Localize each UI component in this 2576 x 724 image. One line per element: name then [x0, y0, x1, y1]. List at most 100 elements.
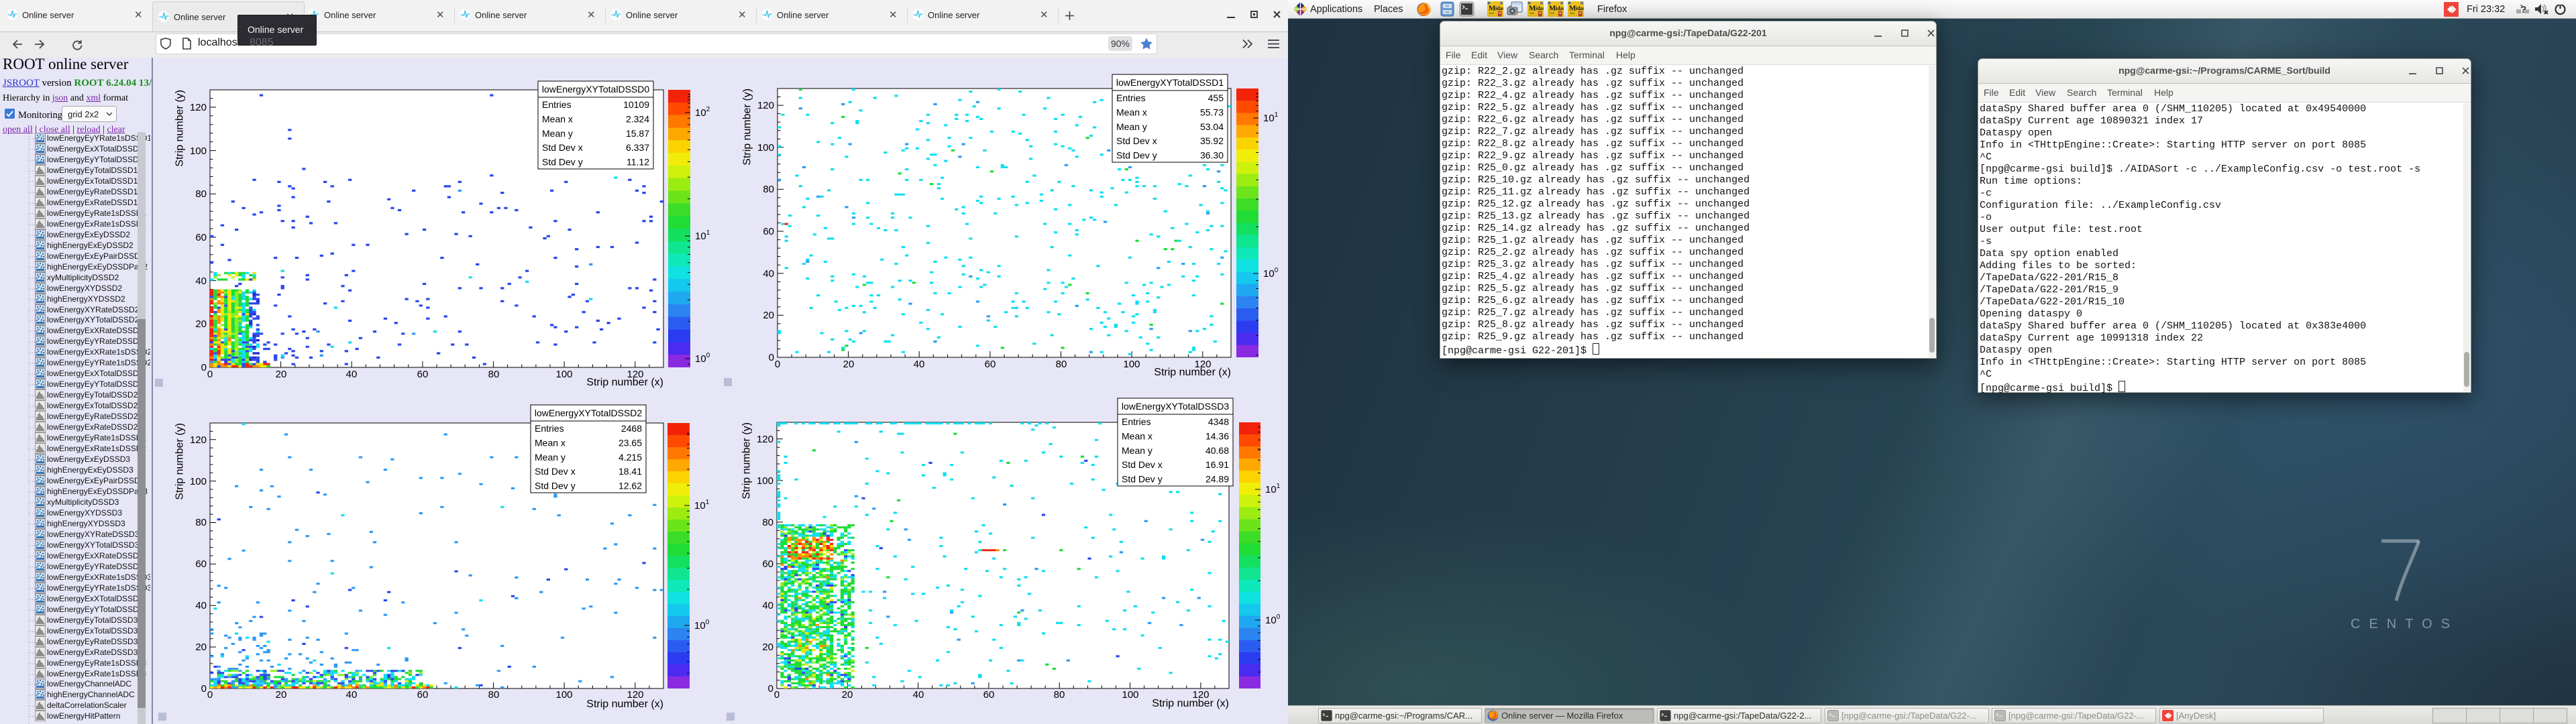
- svg-text:Strip number (x): Strip number (x): [1154, 367, 1231, 378]
- svg-text:20: 20: [276, 369, 287, 380]
- svg-text:101: 101: [695, 229, 710, 242]
- svg-text:0: 0: [207, 369, 213, 380]
- svg-text:100: 100: [695, 352, 710, 365]
- svg-text:100: 100: [757, 142, 774, 154]
- svg-text:Entries: Entries: [542, 99, 572, 110]
- svg-text:idas: idas: [1556, 5, 1564, 11]
- svg-text:120: 120: [190, 102, 207, 113]
- svg-text:0: 0: [775, 359, 780, 370]
- svg-text:Strip number (x): Strip number (x): [586, 377, 663, 388]
- svg-text:100: 100: [555, 369, 572, 380]
- svg-text:100: 100: [1123, 359, 1140, 370]
- svg-text:120: 120: [190, 434, 207, 446]
- svg-text:4348: 4348: [1208, 416, 1229, 427]
- svg-text:Std Dev y: Std Dev y: [542, 157, 583, 168]
- svg-text:60: 60: [762, 558, 773, 570]
- svg-text:4.215: 4.215: [619, 452, 642, 463]
- svg-text:Std Dev x: Std Dev x: [1116, 135, 1157, 146]
- svg-text:60: 60: [417, 689, 429, 701]
- svg-text:80: 80: [195, 517, 207, 528]
- svg-text:24.89: 24.89: [1205, 474, 1229, 485]
- svg-text:80: 80: [1056, 359, 1067, 370]
- svg-text:0: 0: [201, 683, 207, 695]
- svg-text:20: 20: [762, 642, 773, 653]
- svg-text:Entries: Entries: [1122, 416, 1151, 427]
- svg-text:40: 40: [762, 600, 773, 611]
- svg-text:Mean y: Mean y: [1116, 121, 1147, 132]
- svg-text:100: 100: [1122, 689, 1138, 701]
- svg-text:11.12: 11.12: [627, 157, 649, 168]
- svg-text:Std Dev y: Std Dev y: [535, 481, 576, 491]
- svg-text:Entries: Entries: [1116, 93, 1146, 103]
- svg-text:?: ?: [2520, 4, 2526, 15]
- svg-text:40: 40: [914, 359, 925, 370]
- svg-text:Strip number (y): Strip number (y): [174, 423, 185, 500]
- svg-text:40: 40: [346, 369, 358, 380]
- svg-text:lowEnergyXYTotalDSSD0: lowEnergyXYTotalDSSD0: [542, 84, 650, 95]
- svg-text:0: 0: [201, 362, 207, 373]
- svg-text:15.87: 15.87: [626, 128, 649, 139]
- svg-text:idas: idas: [1576, 5, 1584, 11]
- svg-text:Mean y: Mean y: [535, 452, 566, 463]
- svg-text:Mean y: Mean y: [542, 128, 573, 139]
- svg-text:Std Dev y: Std Dev y: [1122, 474, 1163, 485]
- svg-text:lowEnergyXYTotalDSSD1: lowEnergyXYTotalDSSD1: [1116, 77, 1224, 88]
- svg-text:60: 60: [983, 689, 995, 701]
- svg-text:40: 40: [913, 689, 924, 701]
- svg-text:80: 80: [195, 188, 207, 200]
- svg-text:6.337: 6.337: [626, 142, 649, 153]
- svg-text:100: 100: [1263, 267, 1279, 280]
- svg-text:101: 101: [694, 499, 710, 511]
- svg-text:Mean x: Mean x: [1116, 107, 1147, 117]
- svg-text:100: 100: [190, 145, 207, 157]
- svg-text:lowEnergyXYTotalDSSD2: lowEnergyXYTotalDSSD2: [535, 408, 643, 418]
- svg-text:36.30: 36.30: [1200, 150, 1224, 161]
- svg-text:40: 40: [195, 600, 207, 611]
- svg-text:2.324: 2.324: [626, 113, 649, 124]
- svg-text:0: 0: [774, 689, 780, 701]
- svg-text:20: 20: [843, 359, 855, 370]
- svg-text:12.62: 12.62: [619, 481, 642, 491]
- svg-text:101: 101: [1263, 111, 1279, 124]
- svg-text:23.65: 23.65: [619, 437, 642, 448]
- svg-text:Std Dev y: Std Dev y: [1116, 150, 1157, 161]
- svg-text:80: 80: [762, 517, 773, 528]
- svg-text:455: 455: [1208, 93, 1224, 103]
- svg-text:55.73: 55.73: [1200, 107, 1224, 117]
- svg-text:0: 0: [207, 689, 213, 701]
- svg-text:53.04: 53.04: [1200, 121, 1224, 132]
- svg-text:120: 120: [757, 434, 773, 445]
- svg-text:60: 60: [417, 369, 429, 380]
- svg-text:Std Dev x: Std Dev x: [1122, 459, 1163, 470]
- svg-text:16.91: 16.91: [1205, 459, 1229, 470]
- svg-text:20: 20: [276, 689, 287, 701]
- svg-text:100: 100: [1265, 613, 1281, 626]
- svg-text:Entries: Entries: [535, 423, 564, 434]
- svg-text:Mean y: Mean y: [1122, 445, 1152, 456]
- svg-text:35.92: 35.92: [1200, 135, 1224, 146]
- svg-text:0: 0: [768, 683, 773, 695]
- svg-text:10109: 10109: [623, 99, 649, 110]
- svg-text:20: 20: [763, 310, 774, 321]
- svg-text:80: 80: [763, 184, 774, 195]
- svg-text:14.36: 14.36: [1205, 430, 1229, 441]
- svg-text:Mean x: Mean x: [1122, 430, 1152, 441]
- svg-text:Mean x: Mean x: [542, 113, 573, 124]
- svg-text:2468: 2468: [621, 423, 642, 434]
- svg-text:102: 102: [695, 106, 710, 119]
- svg-text:18.41: 18.41: [619, 466, 642, 477]
- svg-text:20: 20: [195, 642, 207, 653]
- svg-text:Std Dev x: Std Dev x: [542, 142, 583, 153]
- svg-text:Strip number (y): Strip number (y): [741, 88, 753, 166]
- svg-text:100: 100: [555, 689, 572, 701]
- svg-text:40: 40: [346, 689, 358, 701]
- svg-text:101: 101: [1265, 483, 1281, 495]
- svg-text:100: 100: [757, 475, 773, 487]
- svg-text:idas: idas: [1536, 5, 1544, 11]
- svg-text:lowEnergyXYTotalDSSD3: lowEnergyXYTotalDSSD3: [1122, 401, 1230, 412]
- svg-text:60: 60: [195, 232, 207, 243]
- svg-text:20: 20: [842, 689, 853, 701]
- svg-text:80: 80: [488, 369, 500, 380]
- svg-text:60: 60: [985, 359, 996, 370]
- svg-text:Strip number (y): Strip number (y): [174, 90, 185, 167]
